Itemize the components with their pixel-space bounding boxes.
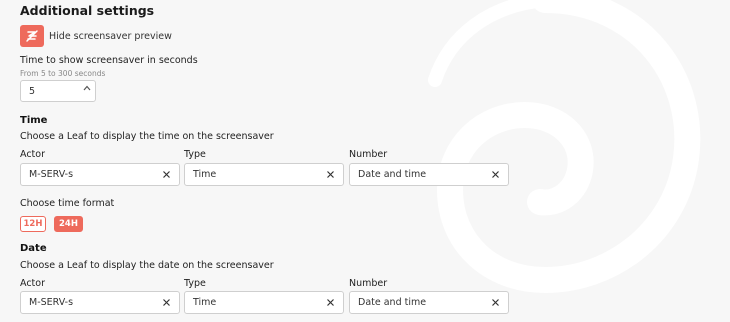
date-number-label: Number [349,278,388,289]
time-to-show-hint: From 5 to 300 seconds [20,69,106,78]
time-actor-label: Actor [20,149,45,160]
hide-preview-label: Hide screensaver preview [49,30,172,42]
hide-preview-icon[interactable] [20,25,44,47]
format-12h-button[interactable]: 12H [20,216,46,232]
close-icon[interactable] [326,298,335,307]
time-type-select[interactable]: Time [184,163,344,186]
format-24h-button[interactable]: 24H [54,216,83,232]
close-icon[interactable] [326,170,335,179]
time-actor-value: M-SERV-s [29,169,74,180]
section-title-additional-settings: Additional settings [20,3,155,18]
date-actor-select[interactable]: M-SERV-s [20,291,180,314]
time-type-label: Type [184,149,206,160]
time-type-value: Time [193,169,217,180]
hide-preview-toggle[interactable]: Hide screensaver preview [20,25,172,47]
date-type-select[interactable]: Time [184,291,344,314]
close-icon[interactable] [491,170,500,179]
date-type-label: Type [184,278,206,289]
date-number-value: Date and time [358,297,427,308]
close-icon[interactable] [491,298,500,307]
date-number-select[interactable]: Date and time [349,291,509,314]
time-description: Choose a Leaf to display the time on the… [20,131,274,142]
date-actor-value: M-SERV-s [29,297,74,308]
date-actor-label: Actor [20,278,45,289]
section-title-date: Date [20,243,47,254]
date-type-value: Time [193,297,217,308]
close-icon[interactable] [162,298,171,307]
time-number-value: Date and time [358,169,427,180]
additional-settings-panel: Additional settings Hide screensaver pre… [20,0,730,322]
section-title-time: Time [20,115,48,126]
time-number-select[interactable]: Date and time [349,163,509,186]
close-icon[interactable] [162,170,171,179]
date-description: Choose a Leaf to display the date on the… [20,260,274,271]
time-number-label: Number [349,149,388,160]
time-to-show-stepper[interactable]: 5 [20,80,96,102]
time-to-show-label: Time to show screensaver in seconds [20,55,198,66]
time-actor-select[interactable]: M-SERV-s [20,163,180,186]
time-to-show-value: 5 [29,86,36,97]
chevron-up-icon[interactable] [80,82,93,93]
time-format-label: Choose time format [20,198,115,209]
